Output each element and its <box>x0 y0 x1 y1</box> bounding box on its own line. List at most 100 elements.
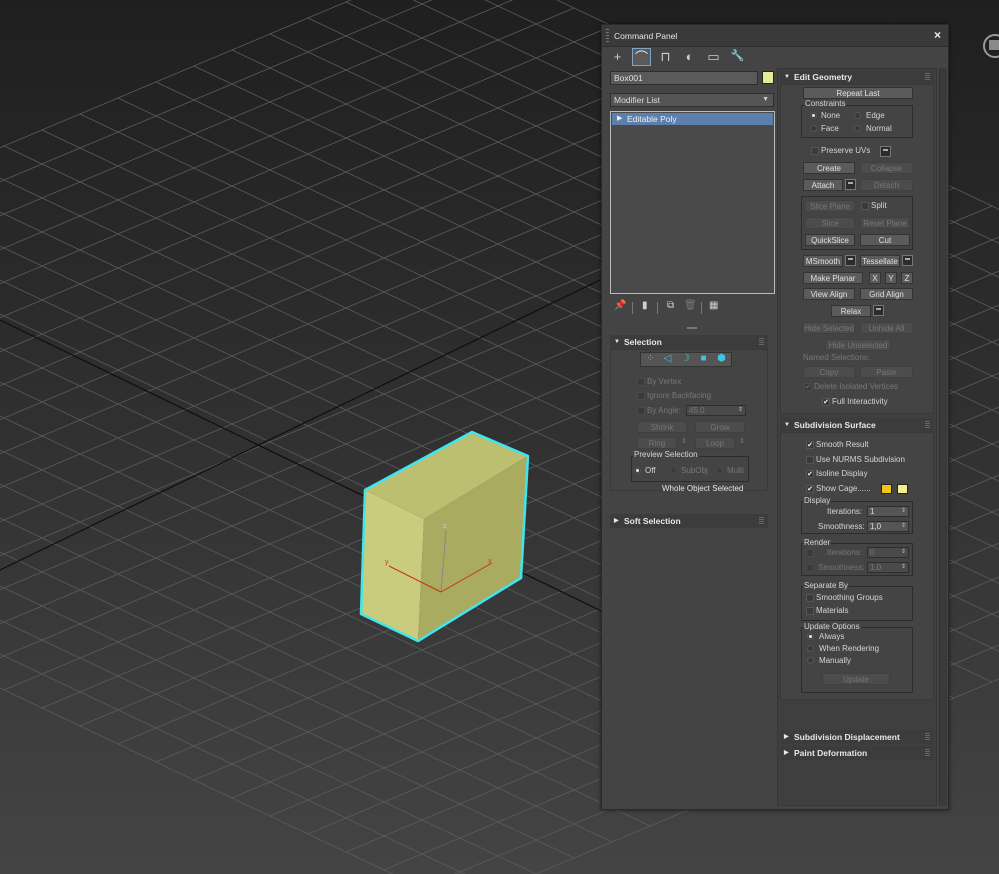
planar-z-button[interactable]: Z <box>901 272 913 284</box>
cage-color-swatch[interactable] <box>881 484 892 494</box>
make-unique-icon[interactable]: ⧉ <box>667 300 674 311</box>
drag-grip-icon[interactable] <box>606 29 609 43</box>
materials-checkbox[interactable] <box>806 607 814 615</box>
tessellate-settings-icon[interactable] <box>902 255 913 266</box>
close-icon[interactable]: × <box>934 28 941 42</box>
command-panel-titlebar[interactable]: Command Panel × <box>602 25 948 47</box>
detach-button[interactable]: Detach <box>860 179 913 191</box>
constraint-none-radio[interactable] <box>810 112 817 119</box>
by-angle-checkbox[interactable] <box>637 407 645 415</box>
make-planar-button[interactable]: Make Planar <box>803 272 863 284</box>
attach-settings-icon[interactable] <box>845 179 856 190</box>
configure-modifier-sets-icon[interactable]: ▦ <box>709 300 718 311</box>
planar-y-button[interactable]: Y <box>885 272 897 284</box>
expand-triangle-icon[interactable]: ▶ <box>617 113 622 125</box>
paint-deformation-rollout-header[interactable]: ▶ Paint Deformation <box>780 746 934 760</box>
edit-geometry-rollout-header[interactable]: ▼ Edit Geometry <box>780 70 934 84</box>
rollout-grip-icon[interactable] <box>925 749 930 756</box>
vertex-mode-icon[interactable]: ⁘ <box>644 353 657 366</box>
update-when-rendering-radio[interactable] <box>807 645 814 652</box>
render-iterations-checkbox[interactable] <box>806 549 814 557</box>
rollout-grip-icon[interactable] <box>759 517 764 524</box>
delete-isolated-checkbox[interactable]: ✔ <box>804 383 812 391</box>
hide-unselected-button[interactable]: Hide Unselected <box>825 339 891 351</box>
loop-spinner-icon[interactable]: ⇕ <box>739 437 745 445</box>
cage-selected-color-swatch[interactable] <box>897 484 908 494</box>
panel-scrollbar[interactable] <box>939 68 947 806</box>
slice-button[interactable]: Slice <box>805 217 855 229</box>
copy-button[interactable]: Copy <box>803 366 855 378</box>
render-smoothness-checkbox[interactable] <box>806 564 814 572</box>
modifier-stack[interactable]: ▶ Editable Poly <box>610 111 775 294</box>
selection-rollout-header[interactable]: ▼ Selection <box>610 335 768 349</box>
utilities-tab-icon[interactable]: 🔧 <box>728 48 747 66</box>
use-nurms-checkbox[interactable] <box>806 456 814 464</box>
object-color-swatch[interactable] <box>762 71 774 84</box>
render-smoothness-spinner[interactable]: 1,0 ⇕ <box>867 562 909 573</box>
grow-button[interactable]: Grow <box>695 421 745 433</box>
rollout-grip-icon[interactable] <box>925 421 930 428</box>
hide-selected-button[interactable]: Hide Selected <box>803 322 855 334</box>
subdivision-surface-rollout-header[interactable]: ▼ Subdivision Surface <box>780 418 934 432</box>
create-tab-icon[interactable]: + <box>608 48 627 66</box>
constraint-edge-radio[interactable] <box>854 112 861 119</box>
view-align-button[interactable]: View Align <box>803 288 855 300</box>
relax-settings-icon[interactable] <box>873 305 884 316</box>
cut-button[interactable]: Cut <box>860 234 910 246</box>
ring-button[interactable]: Ring <box>637 437 677 449</box>
remove-modifier-icon[interactable]: 🗑 <box>684 300 697 311</box>
splitter-handle[interactable] <box>687 327 697 329</box>
smooth-result-checkbox[interactable]: ✔ <box>806 441 814 449</box>
angle-spinner[interactable]: 45,0 ⇕ <box>686 405 746 416</box>
preserve-uvs-checkbox[interactable] <box>811 147 819 155</box>
polygon-mode-icon[interactable]: ■ <box>697 353 710 366</box>
modify-tab-icon[interactable]: ⌒ <box>632 48 651 66</box>
motion-tab-icon[interactable]: ◐ <box>680 48 699 66</box>
show-cage-checkbox[interactable]: ✔ <box>806 485 814 493</box>
object-name-field[interactable]: Box001 <box>610 71 758 85</box>
paste-button[interactable]: Paste <box>860 366 913 378</box>
render-iterations-spinner[interactable]: 0 ⇕ <box>867 547 909 558</box>
full-interactivity-checkbox[interactable]: ✔ <box>822 398 830 406</box>
rollout-grip-icon[interactable] <box>925 733 930 740</box>
iterations-spinner[interactable]: 1 ⇕ <box>867 506 909 517</box>
edge-mode-icon[interactable]: ◁ <box>661 353 674 366</box>
update-manually-radio[interactable] <box>807 657 814 664</box>
slice-plane-button[interactable]: Slice Plane <box>805 200 855 212</box>
show-end-result-icon[interactable]: ▮ <box>642 300 648 311</box>
isoline-display-checkbox[interactable]: ✔ <box>806 470 814 478</box>
loop-button[interactable]: Loop <box>695 437 735 449</box>
attach-button[interactable]: Attach <box>803 179 843 191</box>
tessellate-button[interactable]: Tessellate <box>860 255 900 267</box>
border-mode-icon[interactable]: ☽ <box>679 353 692 366</box>
viewcube-icon[interactable] <box>980 32 999 62</box>
preserve-uvs-settings-icon[interactable] <box>880 146 891 157</box>
msmooth-button[interactable]: MSmooth <box>803 255 843 267</box>
grid-align-button[interactable]: Grid Align <box>860 288 913 300</box>
rollout-grip-icon[interactable] <box>759 338 764 345</box>
ring-spinner-icon[interactable]: ⇕ <box>681 437 687 445</box>
preview-subobj-radio[interactable] <box>670 467 677 474</box>
reset-plane-button[interactable]: Reset Plane <box>860 217 910 229</box>
update-button[interactable]: Update <box>822 673 890 685</box>
element-mode-icon[interactable]: ⬢ <box>715 353 728 366</box>
preview-off-radio[interactable] <box>634 467 641 474</box>
split-checkbox[interactable] <box>861 202 869 210</box>
constraint-face-radio[interactable] <box>810 125 817 132</box>
smoothness-spinner[interactable]: 1,0 ⇕ <box>867 521 909 532</box>
msmooth-settings-icon[interactable] <box>845 255 856 266</box>
quickslice-button[interactable]: QuickSlice <box>805 234 855 246</box>
pin-stack-icon[interactable]: 📌 <box>614 300 626 311</box>
subdivision-displacement-rollout-header[interactable]: ▶ Subdivision Displacement <box>780 730 934 744</box>
hierarchy-tab-icon[interactable]: ⊓ <box>656 48 675 66</box>
display-tab-icon[interactable]: ▭ <box>704 48 723 66</box>
ignore-backfacing-checkbox[interactable] <box>637 392 645 400</box>
constraint-normal-radio[interactable] <box>854 125 861 132</box>
by-vertex-checkbox[interactable] <box>637 378 645 386</box>
planar-x-button[interactable]: X <box>869 272 881 284</box>
unhide-all-button[interactable]: Unhide All <box>860 322 913 334</box>
repeat-last-button[interactable]: Repeat Last <box>803 87 913 99</box>
relax-button[interactable]: Relax <box>831 305 871 317</box>
soft-selection-rollout-header[interactable]: ▶ Soft Selection <box>610 514 768 528</box>
update-always-radio[interactable] <box>807 633 814 640</box>
